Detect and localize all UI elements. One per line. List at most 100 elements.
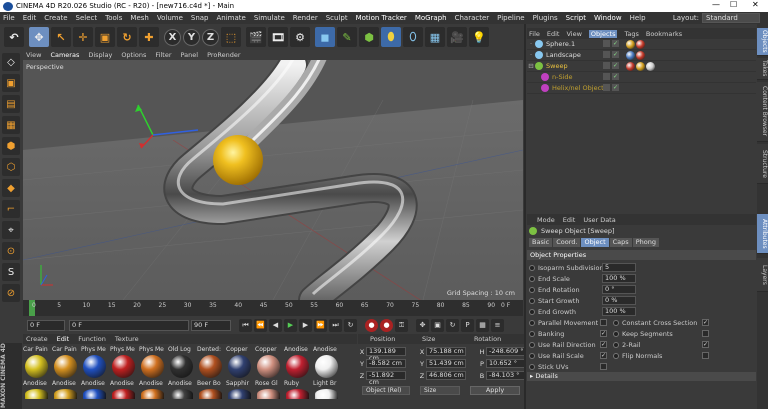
tab-object[interactable]: Object <box>581 238 609 247</box>
panel-divider[interactable] <box>524 24 526 409</box>
keyframe-selection-icon[interactable]: ⚿ <box>395 318 408 332</box>
attribute-checkbox[interactable]: ✓ <box>600 341 607 348</box>
material-preview[interactable] <box>315 355 338 378</box>
side-tab-layers[interactable]: Layers <box>757 258 768 292</box>
attribute-checkbox[interactable]: ✓ <box>702 319 709 326</box>
object-row[interactable]: · Sphere.1 ✓ <box>527 39 756 50</box>
material-preview[interactable] <box>315 389 338 399</box>
menu-plugins[interactable]: Plugins <box>533 14 558 22</box>
visibility-flags[interactable]: ✓ <box>603 62 621 69</box>
viewport-menu-display[interactable]: Display <box>88 51 112 59</box>
side-tab-attributes[interactable]: Attributes <box>757 214 768 254</box>
tweak-mode-icon[interactable]: ⌖ <box>2 221 20 239</box>
attribute-field-value[interactable]: 0 ° <box>602 285 636 294</box>
camera-icon[interactable]: 🎥 <box>447 27 467 47</box>
material-preview[interactable] <box>112 389 135 399</box>
next-key-icon[interactable]: ⏩ <box>314 318 327 332</box>
menu-window[interactable]: Window <box>594 14 622 22</box>
side-tab-structure[interactable]: Structure <box>757 144 768 184</box>
rotation-field[interactable]: -248.609 ° <box>486 347 526 356</box>
animate-dot-icon[interactable] <box>529 352 535 359</box>
object-name[interactable]: Sweep <box>546 62 610 70</box>
viewport-menu-prorender[interactable]: ProRender <box>207 51 240 59</box>
attribute-field-value[interactable]: 0 % <box>602 296 636 305</box>
live-selection-icon[interactable]: ↖ <box>51 27 71 47</box>
size-field[interactable]: 75.188 cm <box>426 347 466 356</box>
menu-help[interactable]: Help <box>630 14 646 22</box>
material-preview[interactable] <box>199 389 222 399</box>
visibility-flags[interactable]: ✓ <box>603 51 621 58</box>
menu-script[interactable]: Script <box>566 14 586 22</box>
cube-icon[interactable]: ◼ <box>315 27 335 47</box>
menu-character[interactable]: Character <box>455 14 490 22</box>
subdivision-surface-icon[interactable]: ⬢ <box>359 27 379 47</box>
polygons-mode-icon[interactable]: ◆ <box>2 179 20 197</box>
material-preview[interactable] <box>257 355 280 378</box>
material-preview[interactable] <box>25 355 48 378</box>
animate-dot-icon[interactable] <box>529 319 535 326</box>
menu-mesh[interactable]: Mesh <box>130 14 148 22</box>
animate-dot-icon[interactable] <box>529 264 535 271</box>
visibility-flags[interactable]: ✓ <box>603 73 621 80</box>
size-mode-dropdown[interactable]: Size <box>420 385 460 395</box>
previous-key-icon[interactable]: ⏪ <box>254 318 267 332</box>
material-preview[interactable] <box>25 389 48 399</box>
menu-tools[interactable]: Tools <box>105 14 122 22</box>
animate-dot-icon[interactable] <box>529 363 535 370</box>
timeline-ruler[interactable]: 0 5 10 15 20 25 30 35 40 45 50 55 60 65 70 75 80 85 90 0 F <box>23 300 523 316</box>
material-menu-create[interactable]: Create <box>26 335 48 343</box>
timeline-menu-icon[interactable]: ≡ <box>491 318 504 332</box>
render-view-icon[interactable]: 🎬 <box>246 27 266 47</box>
menu-simulate[interactable]: Simulate <box>254 14 285 22</box>
coordinate-system-icon[interactable]: ⬚ <box>221 27 241 47</box>
menu-animate[interactable]: Animate <box>217 14 246 22</box>
object-menu-tags[interactable]: Tags <box>624 30 638 38</box>
viewport-menu-panel[interactable]: Panel <box>181 51 199 59</box>
record-icon[interactable]: ● <box>365 318 378 332</box>
attribute-menu-mode[interactable]: Mode <box>537 216 555 224</box>
animate-dot-icon[interactable] <box>613 330 619 337</box>
pen-spline-icon[interactable]: ✎ <box>337 27 357 47</box>
expand-icon[interactable]: ⊟ <box>527 62 535 70</box>
object-tags[interactable] <box>626 40 646 49</box>
menu-sculpt[interactable]: Sculpt <box>326 14 348 22</box>
material-item[interactable]: Copper Sapphir <box>226 346 254 399</box>
object-menu-view[interactable]: View <box>566 30 581 38</box>
param-key-icon[interactable]: P <box>461 318 474 332</box>
viewport-menu-options[interactable]: Options <box>121 51 146 59</box>
attribute-checkbox[interactable] <box>702 352 709 359</box>
material-menu-function[interactable]: Function <box>78 335 106 343</box>
viewport-menu-filter[interactable]: Filter <box>155 51 171 59</box>
expand-icon[interactable]: · <box>527 40 535 48</box>
render-to-picture-viewer-icon[interactable]: 🎞 <box>268 27 288 47</box>
object-menu-file[interactable]: File <box>529 30 540 38</box>
visibility-flags[interactable]: ✓ <box>603 40 621 47</box>
scale-key-icon[interactable]: ▣ <box>431 318 444 332</box>
array-icon[interactable]: ⬮ <box>381 27 401 47</box>
material-tag-icon[interactable] <box>636 62 645 71</box>
next-frame-icon[interactable]: ▶ <box>299 318 312 332</box>
gold-sphere[interactable] <box>213 135 263 185</box>
attribute-menu-user-data[interactable]: User Data <box>583 216 615 224</box>
attribute-field-value[interactable]: 100 % <box>602 274 636 283</box>
x-axis-lock-icon[interactable]: X <box>164 28 181 46</box>
rotate-icon[interactable]: ↻ <box>117 27 137 47</box>
material-tag-icon[interactable] <box>646 62 655 71</box>
object-row[interactable]: n-Side ✓ <box>527 72 756 83</box>
material-menu-texture[interactable]: Texture <box>115 335 139 343</box>
material-preview[interactable] <box>228 355 251 378</box>
perspective-viewport[interactable]: View Cameras Display Options Filter Panel ProR… <box>23 50 523 300</box>
go-to-start-icon[interactable]: ⏮ <box>239 318 252 332</box>
position-field[interactable]: -51.892 cm <box>366 371 406 386</box>
points-mode-icon[interactable]: ⬢ <box>2 137 20 155</box>
material-tag-icon[interactable] <box>626 40 635 49</box>
min-frame-field[interactable]: 0 F <box>69 319 189 331</box>
material-tag-icon[interactable] <box>626 62 635 71</box>
material-item[interactable]: Phys Me Anodise <box>81 346 109 399</box>
scale-icon[interactable]: ▣ <box>95 27 115 47</box>
axis-mode-icon[interactable]: ⌐ <box>2 200 20 218</box>
details-section[interactable]: ▸ Details <box>527 372 756 381</box>
material-preview[interactable] <box>170 355 193 378</box>
material-item[interactable]: Car Pain Anodise <box>52 346 80 399</box>
object-properties-section[interactable]: Object Properties <box>527 250 756 260</box>
